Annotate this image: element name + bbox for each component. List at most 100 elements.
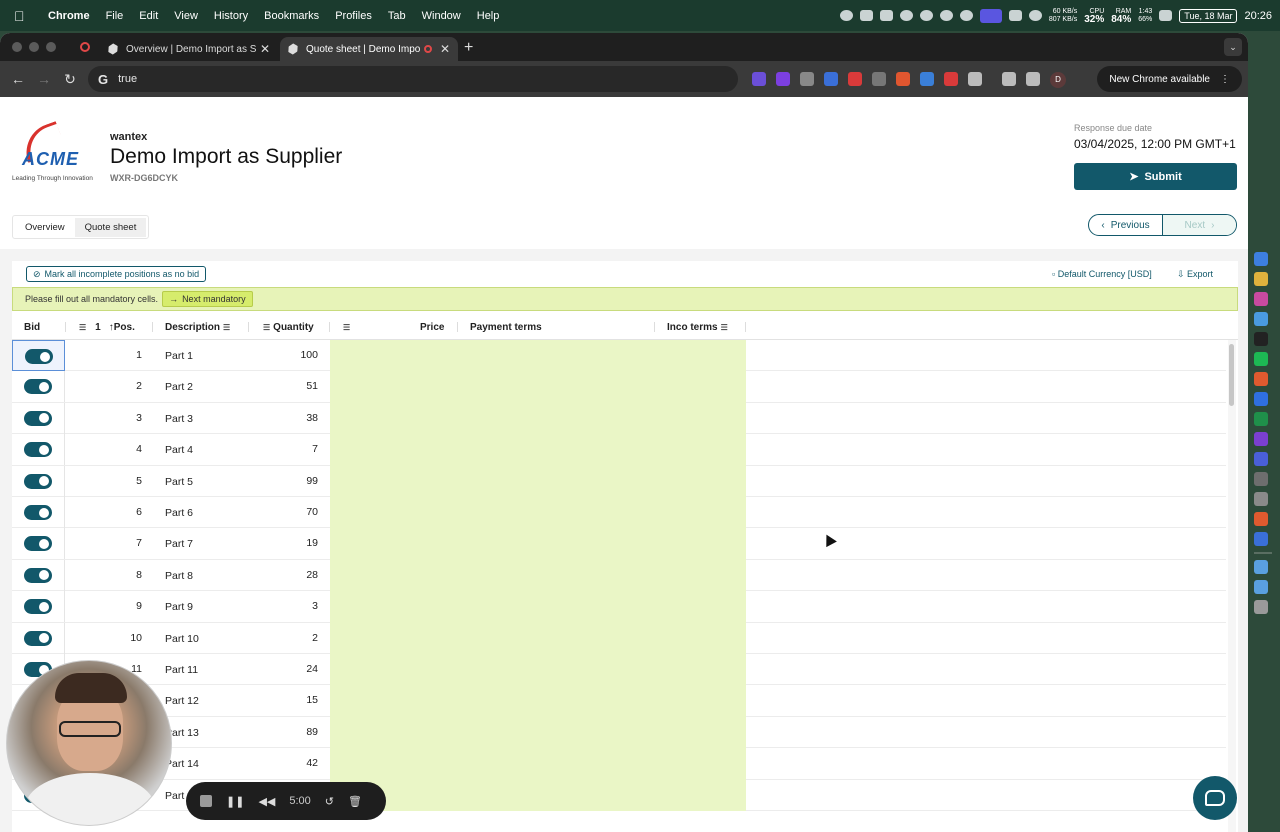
description-cell[interactable]: Part 4	[165, 444, 193, 456]
mandatory-input-cells[interactable]	[330, 465, 746, 497]
pos-cell[interactable]: 2	[72, 380, 142, 392]
column-payment-terms[interactable]: Payment terms	[470, 314, 542, 340]
cloud-icon[interactable]	[899, 10, 913, 21]
mandatory-input-cells[interactable]	[330, 340, 746, 372]
menu-app-name[interactable]: Chrome	[48, 10, 90, 22]
column-quantity[interactable]: ☰ Quantity	[260, 314, 314, 340]
forward-icon[interactable]: →	[36, 71, 52, 87]
chat-support-button[interactable]	[1193, 776, 1237, 820]
tab-quote-sheet-page[interactable]: Quote sheet	[74, 217, 147, 237]
currency-button[interactable]: ▫ Default Currency [USD]	[1052, 269, 1152, 279]
pos-cell[interactable]: 6	[72, 506, 142, 518]
filter-icon[interactable]: ☰	[263, 323, 270, 332]
description-cell[interactable]: Part 9	[165, 601, 193, 613]
export-button[interactable]: ⇩ Export	[1177, 269, 1213, 280]
screen-record-icon[interactable]	[979, 8, 1002, 23]
dock-app-icon[interactable]	[1254, 292, 1268, 306]
previous-button[interactable]: ‹ Previous	[1089, 215, 1163, 235]
close-window-icon[interactable]	[12, 42, 22, 52]
pos-cell[interactable]: 5	[72, 475, 142, 487]
mandatory-input-cells[interactable]	[330, 685, 746, 717]
quantity-cell[interactable]: 99	[242, 475, 318, 487]
profile-avatar[interactable]: D	[1050, 72, 1066, 88]
bid-toggle[interactable]	[24, 567, 52, 583]
quantity-cell[interactable]: 38	[242, 412, 318, 424]
bid-cell[interactable]	[12, 340, 65, 371]
timemachine-icon[interactable]	[839, 10, 853, 21]
kebab-menu-icon[interactable]: ⋮	[1220, 74, 1230, 85]
restart-icon[interactable]: ↺	[325, 795, 334, 808]
dock-app-icon[interactable]	[1254, 560, 1268, 574]
column-price[interactable]: Price	[420, 314, 444, 340]
menu-help[interactable]: Help	[477, 10, 500, 22]
quantity-cell[interactable]: 42	[242, 757, 318, 769]
address-bar[interactable]: G true	[88, 66, 738, 92]
column-bid[interactable]: Bid	[24, 314, 40, 340]
trash-icon[interactable]: 🗑	[348, 795, 362, 808]
recording-tab-icon[interactable]	[80, 42, 90, 52]
description-cell[interactable]: Part 5	[165, 476, 193, 488]
extension-icon[interactable]	[872, 72, 886, 86]
bid-toggle[interactable]	[24, 599, 52, 615]
dock-app-icon[interactable]	[1254, 312, 1268, 326]
quantity-cell[interactable]: 51	[242, 380, 318, 392]
mandatory-input-cells[interactable]	[330, 779, 746, 811]
quantity-cell[interactable]: 70	[242, 506, 318, 518]
description-cell[interactable]: Part 6	[165, 507, 193, 519]
extension-icon[interactable]	[848, 72, 862, 86]
bid-cell[interactable]	[12, 465, 65, 497]
dock-app-icon[interactable]	[1254, 352, 1268, 366]
pos-cell[interactable]: 3	[72, 412, 142, 424]
description-cell[interactable]: Part 1	[165, 350, 193, 362]
volume-icon[interactable]	[959, 10, 973, 21]
tab-overview[interactable]: Overview | Demo Import as S ✕	[100, 37, 278, 61]
dock-app-icon[interactable]	[1254, 252, 1268, 266]
mandatory-input-cells[interactable]	[330, 402, 746, 435]
bid-cell[interactable]	[12, 591, 65, 623]
next-button[interactable]: Next ›	[1163, 215, 1236, 235]
dock-app-icon[interactable]	[1254, 532, 1268, 546]
extension-icon[interactable]	[776, 72, 790, 86]
menu-window[interactable]: Window	[422, 10, 461, 22]
quantity-cell[interactable]: 19	[242, 537, 318, 549]
stop-icon[interactable]	[200, 795, 212, 807]
description-cell[interactable]: Part 7	[165, 538, 193, 550]
column-price-filter[interactable]: ☰	[340, 314, 353, 340]
extension-icon[interactable]	[752, 72, 766, 86]
tab-quote-sheet[interactable]: Quote sheet | Demo Impo ✕	[280, 37, 458, 61]
mark-no-bid-button[interactable]: ⊘ Mark all incomplete positions as no bi…	[26, 266, 207, 282]
filter-icon[interactable]: ☰	[223, 323, 230, 332]
quantity-cell[interactable]: 15	[242, 694, 318, 706]
filter-icon[interactable]: ☰	[79, 323, 86, 332]
vertical-scrollbar[interactable]	[1228, 340, 1236, 832]
dock-app-icon[interactable]	[1254, 412, 1268, 426]
screenshot-icon[interactable]	[859, 10, 873, 21]
filter-icon[interactable]: ☰	[721, 323, 728, 332]
close-tab-icon[interactable]: ✕	[260, 42, 270, 56]
wifi-icon[interactable]	[1028, 10, 1042, 21]
bid-cell[interactable]	[12, 622, 65, 654]
download-icon[interactable]	[1026, 72, 1040, 86]
reload-icon[interactable]: ↻	[62, 71, 78, 88]
dock-app-icon[interactable]	[1254, 432, 1268, 446]
scrollbar-thumb[interactable]	[1229, 344, 1234, 406]
dock-app-icon[interactable]	[1254, 332, 1268, 346]
bid-cell[interactable]	[12, 528, 65, 560]
dock-app-icon[interactable]	[1254, 580, 1268, 594]
extension-icon[interactable]	[824, 72, 838, 86]
description-cell[interactable]: Part 3	[165, 413, 193, 425]
column-inco-terms[interactable]: Inco terms ☰	[667, 314, 731, 340]
description-cell[interactable]: Part 2	[165, 381, 193, 393]
bid-cell[interactable]	[12, 559, 65, 591]
menubar-date[interactable]: Tue, 18 Mar	[1179, 8, 1238, 23]
mandatory-input-cells[interactable]	[330, 748, 746, 780]
mandatory-input-cells[interactable]	[330, 622, 746, 654]
menu-tab[interactable]: Tab	[388, 10, 406, 22]
menu-bookmarks[interactable]: Bookmarks	[264, 10, 319, 22]
column-description[interactable]: Description ☰	[165, 314, 233, 340]
column-pos[interactable]: ☰ 1 ↑ Pos.	[76, 314, 135, 340]
quantity-cell[interactable]: 28	[242, 569, 318, 581]
dock-app-icon[interactable]	[1254, 372, 1268, 386]
bid-cell[interactable]	[12, 434, 65, 466]
menu-history[interactable]: History	[214, 10, 248, 22]
